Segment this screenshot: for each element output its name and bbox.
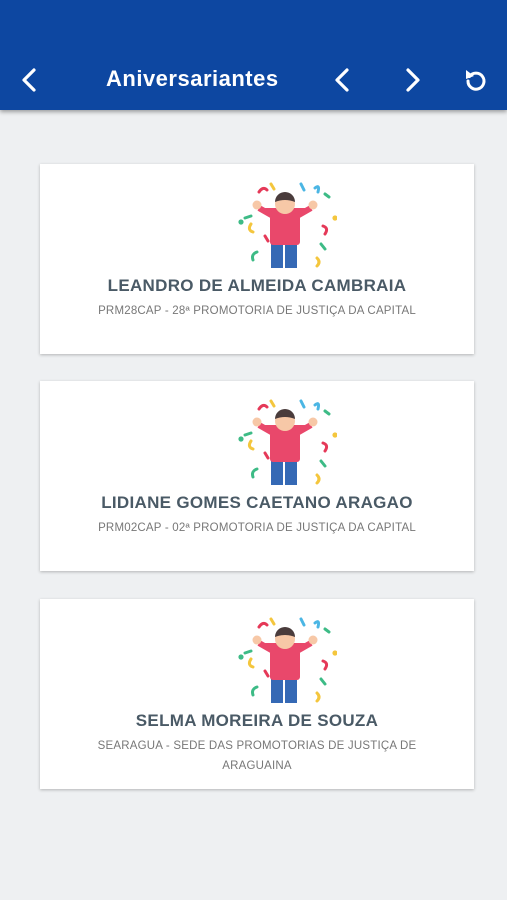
- refresh-button[interactable]: [456, 60, 496, 100]
- person-name: SELMA MOREIRA DE SOUZA: [135, 711, 379, 730]
- person-unit: PRM02CAP - 02ª PROMOTORIA DE JUSTIÇA DA …: [98, 522, 416, 534]
- page-title: Aniversariantes: [106, 66, 279, 91]
- birthday-card[interactable]: LIDIANE GOMES CAETANO ARAGAO PRM02CAP - …: [40, 381, 474, 571]
- chevron-left-icon: [22, 68, 36, 92]
- chevron-right-icon: [406, 68, 420, 92]
- previous-day-button[interactable]: [323, 60, 363, 100]
- birthday-card[interactable]: LEANDRO DE ALMEIDA CAMBRAIA PRM28CAP - 2…: [40, 164, 474, 354]
- next-day-button[interactable]: [392, 60, 432, 100]
- person-unit: SEARAGUA - SEDE DAS PROMOTORIAS DE JUSTI…: [97, 740, 417, 772]
- celebrating-person-icon: [237, 178, 337, 270]
- chevron-left-icon: [335, 68, 349, 92]
- person-name: LIDIANE GOMES CAETANO ARAGAO: [101, 493, 413, 512]
- person-unit: PRM28CAP - 28ª PROMOTORIA DE JUSTIÇA DA …: [98, 305, 416, 317]
- back-button[interactable]: [10, 60, 50, 100]
- birthday-card[interactable]: SELMA MOREIRA DE SOUZA SEARAGUA - SEDE D…: [40, 599, 474, 789]
- celebrating-person-icon: [237, 613, 337, 705]
- app-bar: Aniversariantes: [0, 0, 507, 110]
- refresh-icon: [466, 70, 486, 91]
- person-name: LEANDRO DE ALMEIDA CAMBRAIA: [107, 276, 407, 295]
- celebrating-person-icon: [237, 395, 337, 487]
